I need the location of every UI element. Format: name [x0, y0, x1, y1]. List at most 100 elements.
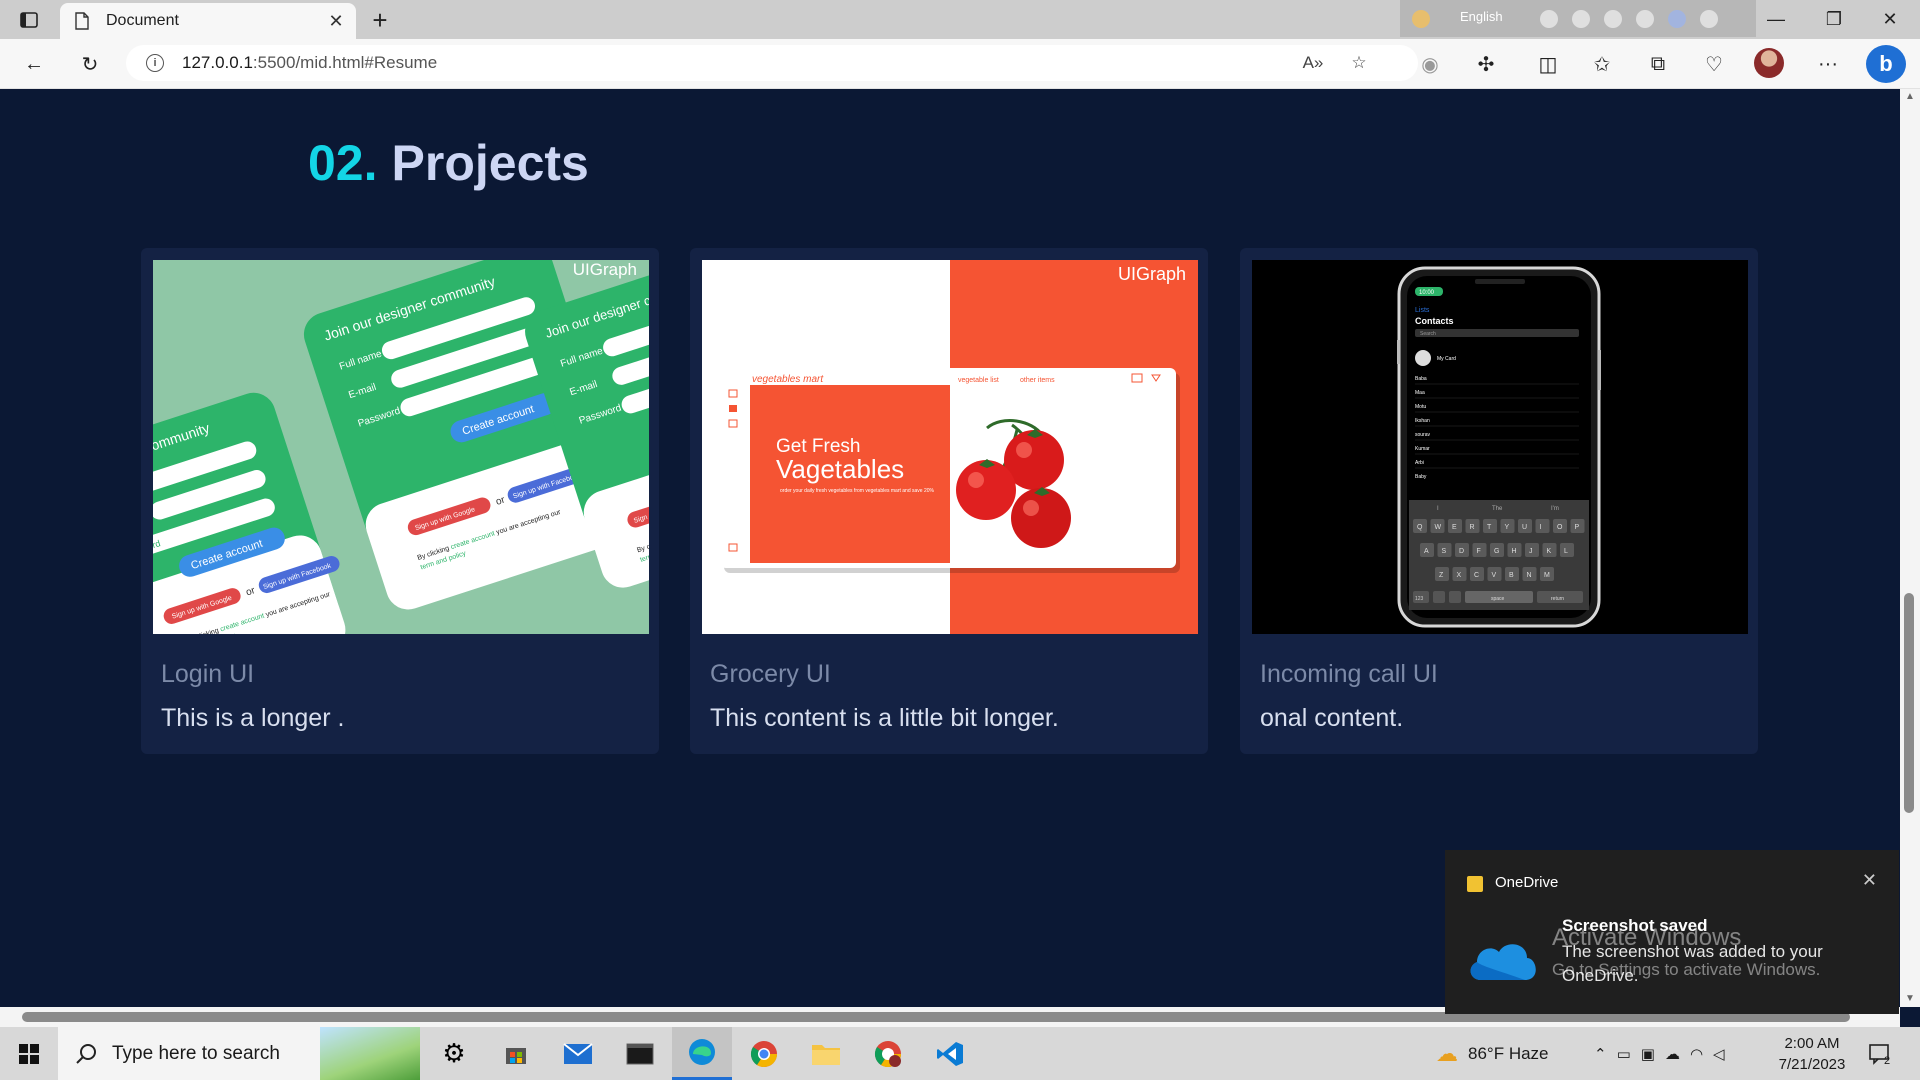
- close-window-button[interactable]: ✕: [1862, 0, 1918, 39]
- scroll-down-icon[interactable]: ▼: [1903, 993, 1917, 1005]
- edge-browser-icon[interactable]: [672, 1027, 732, 1080]
- mail-icon[interactable]: [548, 1027, 608, 1080]
- favorites-icon[interactable]: ✩: [1586, 49, 1618, 79]
- vscode-icon[interactable]: [920, 1027, 980, 1080]
- system-tray-icons[interactable]: ⌃ ▭ ▣ ☁ ◠ ◁: [1594, 1027, 1735, 1080]
- terminal-icon[interactable]: [610, 1027, 670, 1080]
- keyboard-key-label: F: [1477, 548, 1481, 555]
- project-thumbnail[interactable]: ner community word Create account Sign u…: [153, 260, 649, 634]
- action-center-icon[interactable]: 2: [1868, 1027, 1890, 1080]
- search-placeholder: Type here to search: [112, 1042, 280, 1064]
- project-title: Incoming call UI: [1260, 660, 1438, 688]
- keyboard-key-label: J: [1529, 548, 1533, 555]
- pen-icon[interactable]: [1636, 10, 1654, 28]
- project-card-grocery[interactable]: vegetables mart vegetable list other ite…: [690, 248, 1208, 754]
- notification-close-icon[interactable]: ✕: [1862, 870, 1877, 891]
- more-menu-icon[interactable]: ···: [1812, 49, 1844, 79]
- settings-gear-icon[interactable]: ⚙: [424, 1027, 484, 1080]
- weather-widget[interactable]: ☁ 86°F Haze: [1436, 1027, 1549, 1080]
- scrollbar-thumb[interactable]: [1904, 593, 1914, 813]
- extensions-puzzle-icon[interactable]: ✣: [1470, 49, 1502, 79]
- microsoft-store-icon[interactable]: [486, 1027, 546, 1080]
- windows-start-icon[interactable]: [0, 1027, 58, 1080]
- keyboard-key-label: H: [1512, 548, 1517, 555]
- svg-text:Baba: Baba: [1415, 376, 1427, 382]
- tab-close-icon[interactable]: ✕: [326, 11, 346, 31]
- language-label[interactable]: English: [1460, 9, 1503, 24]
- read-aloud-icon[interactable]: A»: [1302, 53, 1324, 73]
- system-clock[interactable]: 2:00 AM 7/21/2023: [1762, 1033, 1862, 1075]
- keyboard-key-label: W: [1435, 524, 1442, 531]
- svg-text:other items: other items: [1020, 377, 1055, 384]
- language-bar: English: [1400, 0, 1756, 37]
- uigraph-watermark: UIGraph: [572, 260, 637, 279]
- project-description: This content is a little bit longer.: [710, 704, 1059, 732]
- file-explorer-icon[interactable]: [796, 1027, 856, 1080]
- battery-icon[interactable]: ▭: [1617, 1045, 1641, 1063]
- project-thumbnail[interactable]: vegetables mart vegetable list other ite…: [702, 260, 1198, 634]
- keyboard-key-label: P: [1575, 524, 1580, 531]
- refresh-icon[interactable]: ↻: [74, 49, 106, 79]
- meet-now-icon[interactable]: ▣: [1641, 1045, 1665, 1063]
- svg-text:Motu: Motu: [1415, 404, 1426, 410]
- chevron-up-icon[interactable]: ⌃: [1594, 1045, 1617, 1063]
- keyboard-key-label: E: [1452, 524, 1457, 531]
- project-title: Grocery UI: [710, 660, 831, 688]
- language-tool-icon[interactable]: [1572, 10, 1590, 28]
- scroll-up-icon[interactable]: ▲: [1903, 91, 1917, 103]
- svg-text:Arbi: Arbi: [1415, 460, 1424, 466]
- taskbar-search[interactable]: Type here to search: [58, 1027, 420, 1080]
- help-icon[interactable]: [1668, 10, 1686, 28]
- browser-essentials-icon[interactable]: ♡: [1698, 49, 1730, 79]
- chrome-icon[interactable]: [734, 1027, 794, 1080]
- keyboard-key-label: L: [1564, 548, 1568, 555]
- search-highlight-image: [320, 1027, 420, 1080]
- settings-icon[interactable]: [1604, 10, 1622, 28]
- onedrive-tray-icon[interactable]: ☁: [1665, 1045, 1690, 1063]
- chrome-profile-icon[interactable]: [858, 1027, 918, 1080]
- collections-icon[interactable]: ⧉: [1642, 49, 1674, 79]
- wifi-icon[interactable]: ◠: [1690, 1045, 1713, 1063]
- favorite-star-icon[interactable]: ☆: [1348, 53, 1370, 73]
- svg-text:Lists: Lists: [1415, 307, 1430, 314]
- new-tab-button[interactable]: +: [366, 6, 394, 34]
- browser-toolbar: ← ↻ i 127.0.0.1:5500/mid.html#Resume A» …: [0, 39, 1920, 89]
- back-arrow-icon[interactable]: ←: [18, 49, 50, 79]
- document-icon: [75, 12, 89, 30]
- project-card-login[interactable]: ner community word Create account Sign u…: [141, 248, 659, 754]
- ime-icon[interactable]: [1412, 10, 1430, 28]
- search-icon: [76, 1043, 96, 1064]
- keyboard-key-label: N: [1527, 572, 1532, 579]
- project-title: Login UI: [161, 660, 255, 688]
- minimize-button[interactable]: —: [1748, 0, 1804, 39]
- svg-text:The: The: [1492, 506, 1503, 512]
- vertical-scrollbar[interactable]: ▲ ▼: [1900, 89, 1920, 1007]
- project-card-incoming-call[interactable]: 10:00 Lists Contacts Search My Card Baba…: [1240, 248, 1758, 754]
- address-bar[interactable]: i 127.0.0.1:5500/mid.html#Resume A» ☆: [126, 45, 1418, 81]
- svg-text:order your daily fresh vegetab: order your daily fresh vegetables from v…: [780, 488, 935, 494]
- svg-text:10:00: 10:00: [1419, 290, 1435, 296]
- url-text[interactable]: 127.0.0.1:5500/mid.html#Resume: [182, 53, 437, 73]
- tab-strip: Document ✕ + English — ❐ ✕: [0, 0, 1920, 39]
- keyboard-key-label: G: [1494, 548, 1499, 555]
- keyboard-key-label: Y: [1505, 524, 1510, 531]
- split-screen-icon[interactable]: ◫: [1532, 49, 1564, 79]
- site-info-icon[interactable]: i: [146, 54, 164, 72]
- svg-text:Maa: Maa: [1415, 390, 1425, 396]
- browser-tab[interactable]: Document ✕: [60, 3, 356, 39]
- activate-windows-subtitle: Go to Settings to activate Windows.: [1552, 960, 1821, 979]
- keyboard-key-label: S: [1442, 548, 1447, 555]
- language-tool-icon[interactable]: [1540, 10, 1558, 28]
- bing-copilot-icon[interactable]: b: [1866, 45, 1906, 83]
- info-icon[interactable]: [1700, 10, 1718, 28]
- svg-text:Search: Search: [1420, 331, 1436, 337]
- profile-avatar[interactable]: [1754, 48, 1784, 78]
- project-thumbnail[interactable]: 10:00 Lists Contacts Search My Card Baba…: [1252, 260, 1748, 634]
- svg-text:Kumar: Kumar: [1415, 446, 1430, 452]
- login-ui-mockup: ner community word Create account Sign u…: [153, 260, 649, 634]
- svg-text:vegetables mart: vegetables mart: [752, 374, 824, 385]
- restore-button[interactable]: ❐: [1806, 0, 1862, 39]
- tab-actions-icon[interactable]: [14, 7, 44, 33]
- volume-icon[interactable]: ◁: [1713, 1045, 1735, 1063]
- extension-icon[interactable]: ◉: [1414, 49, 1446, 79]
